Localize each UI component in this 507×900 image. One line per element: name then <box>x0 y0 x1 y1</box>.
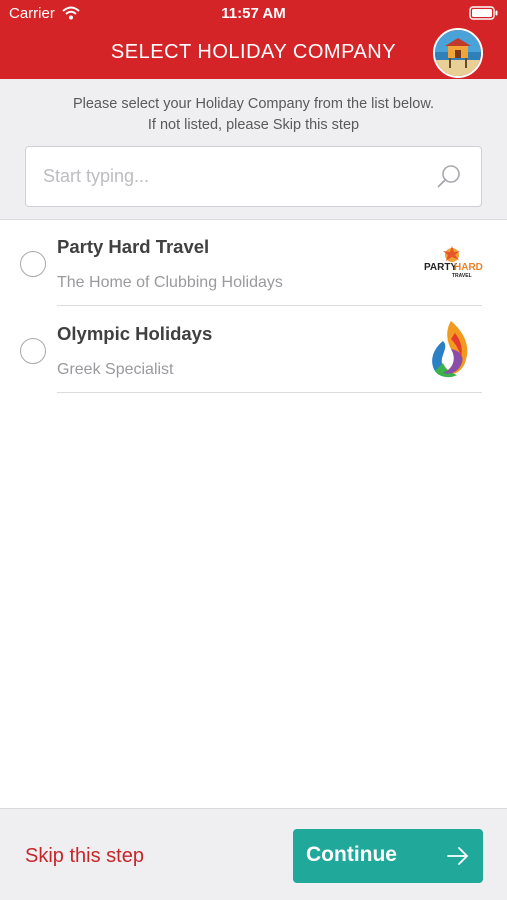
instructions-line-1: Please select your Holiday Company from … <box>72 96 435 112</box>
beach-hut-avatar-icon <box>435 30 481 76</box>
footer-bar: Skip this step Continue <box>0 808 507 900</box>
search-box[interactable] <box>25 146 482 207</box>
battery-icon <box>469 6 498 20</box>
arrow-right-icon <box>447 847 468 865</box>
instructions-line-2: If not listed, please Skip this step <box>147 117 360 133</box>
flame-logo-icon <box>432 321 468 378</box>
search-input[interactable] <box>43 147 433 206</box>
skip-step-link[interactable]: Skip this step <box>25 845 144 868</box>
party-hard-logo: PARTY HARD TRAVEL <box>421 244 483 280</box>
logo-text-travel: TRAVEL <box>452 273 472 279</box>
olympic-holidays-logo <box>425 319 475 381</box>
logo-text-party: PARTY <box>424 262 457 273</box>
radio-button[interactable] <box>20 251 46 277</box>
status-bar: Carrier 11:57 AM <box>0 0 507 28</box>
company-tagline: The Home of Clubbing Holidays <box>57 274 283 291</box>
logo-text-hard: HARD <box>454 262 483 273</box>
list-item-olympic-holidays[interactable]: Olympic Holidays Greek Specialist <box>0 307 507 394</box>
search-icon[interactable] <box>436 164 462 190</box>
continue-label: Continue <box>306 843 397 866</box>
continue-button[interactable]: Continue <box>293 829 483 883</box>
instructions-text: Please select your Holiday Company from … <box>0 94 507 136</box>
clock: 11:57 AM <box>221 5 286 22</box>
row-divider <box>57 305 482 306</box>
row-divider <box>57 392 482 393</box>
radio-button[interactable] <box>20 338 46 364</box>
company-name: Party Hard Travel <box>57 236 210 257</box>
page-title: SELECT HOLIDAY COMPANY <box>110 41 397 63</box>
list-item-party-hard-travel[interactable]: Party Hard Travel The Home of Clubbing H… <box>0 220 507 307</box>
app-header: Carrier 11:57 AM SELECT HOLIDAY COMPANY <box>0 0 507 79</box>
company-name: Olympic Holidays <box>57 323 213 344</box>
party-hard-logo-icon: PARTY HARD TRAVEL <box>424 246 483 279</box>
avatar[interactable] <box>433 28 483 78</box>
search-section: Please select your Holiday Company from … <box>0 79 507 220</box>
company-tagline: Greek Specialist <box>57 361 174 378</box>
